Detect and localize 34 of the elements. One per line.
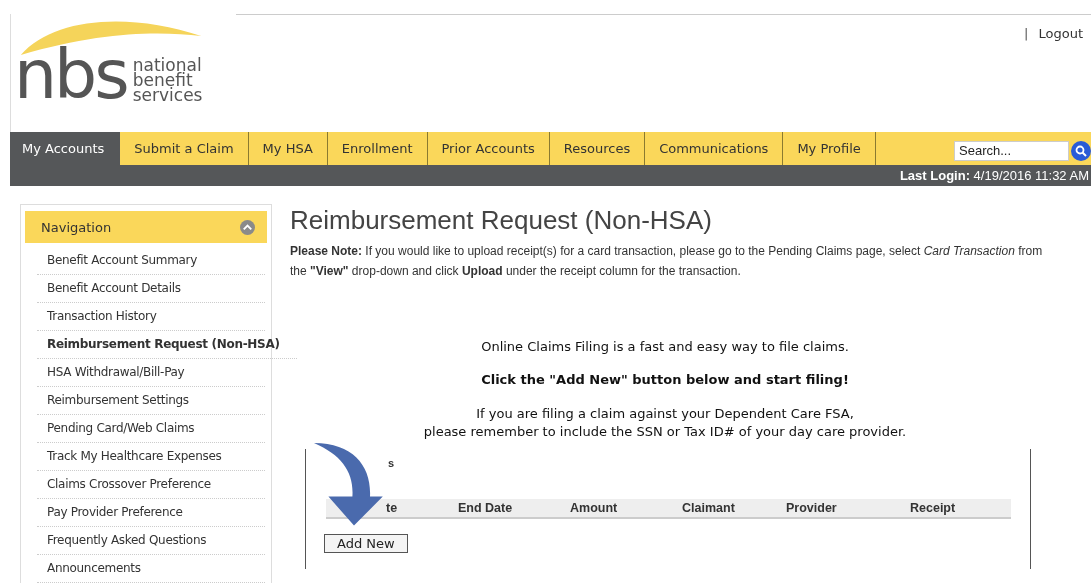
sidebar-item[interactable]: Benefit Account Details xyxy=(37,275,265,303)
sidebar-item[interactable]: Benefit Account Summary xyxy=(37,247,265,275)
reminder-text: If you are filing a claim against your Dependent Care FSA, please remember to include the SSN or Tax ID# of your day care provider. xyxy=(422,405,908,441)
panel-title: s xyxy=(388,457,395,469)
sidebar-item[interactable]: Pay Provider Preference xyxy=(37,499,265,527)
sidebar-item[interactable]: Announcements xyxy=(37,555,265,583)
column-header: te xyxy=(386,501,399,515)
page-title: Reimbursement Request (Non-HSA) xyxy=(290,204,713,236)
instruction-text: Click the "Add New" button below and start filing! xyxy=(480,372,850,387)
column-header: End Date xyxy=(458,501,514,515)
search-icon[interactable] xyxy=(1071,140,1091,161)
sidebar-item[interactable]: Pending Card/Web Claims xyxy=(37,415,265,443)
sidebar-item[interactable]: Transaction History xyxy=(37,303,265,331)
sidebar-item[interactable]: Track My Healthcare Expenses xyxy=(37,443,265,471)
separator: | xyxy=(1024,26,1029,41)
search-field[interactable]: Search... xyxy=(954,140,1069,161)
sidebar-item[interactable]: Claims Crossover Preference xyxy=(37,471,265,499)
sidebar-title: Navigation xyxy=(41,219,112,235)
sidebar-item[interactable]: HSA Withdrawal/Bill-Pay xyxy=(37,359,265,387)
note-text: Please Note: If you would like to upload receipt(s) for a card transaction, please go to the Pending Claims page, select Card Transaction from the "View" drop-down and click Upload under the receipt column for the transaction. xyxy=(290,243,1044,280)
intro-text: Online Claims Filing is a fast and easy way to file claims. xyxy=(480,339,850,354)
column-header: Amount xyxy=(570,501,619,515)
collapse-icon[interactable] xyxy=(240,219,255,235)
sidebar-header[interactable]: Navigation xyxy=(25,211,267,243)
last-login-text: Last Login: 4/19/2016 11:32 AM xyxy=(899,168,1089,183)
sidebar-item[interactable]: Frequently Asked Questions xyxy=(37,527,265,555)
column-header: Claimant xyxy=(682,501,736,515)
nav-tab[interactable]: My Accounts xyxy=(10,132,121,165)
logout-link[interactable]: Logout xyxy=(1038,26,1083,41)
add-new-button[interactable]: Add New xyxy=(324,534,408,553)
column-header: Provider xyxy=(786,501,838,515)
sidebar-item[interactable]: Reimbursement Settings xyxy=(37,387,265,415)
sidebar-item[interactable]: Reimbursement Request (Non-HSA) xyxy=(37,331,297,359)
column-header: Receipt xyxy=(910,501,957,515)
